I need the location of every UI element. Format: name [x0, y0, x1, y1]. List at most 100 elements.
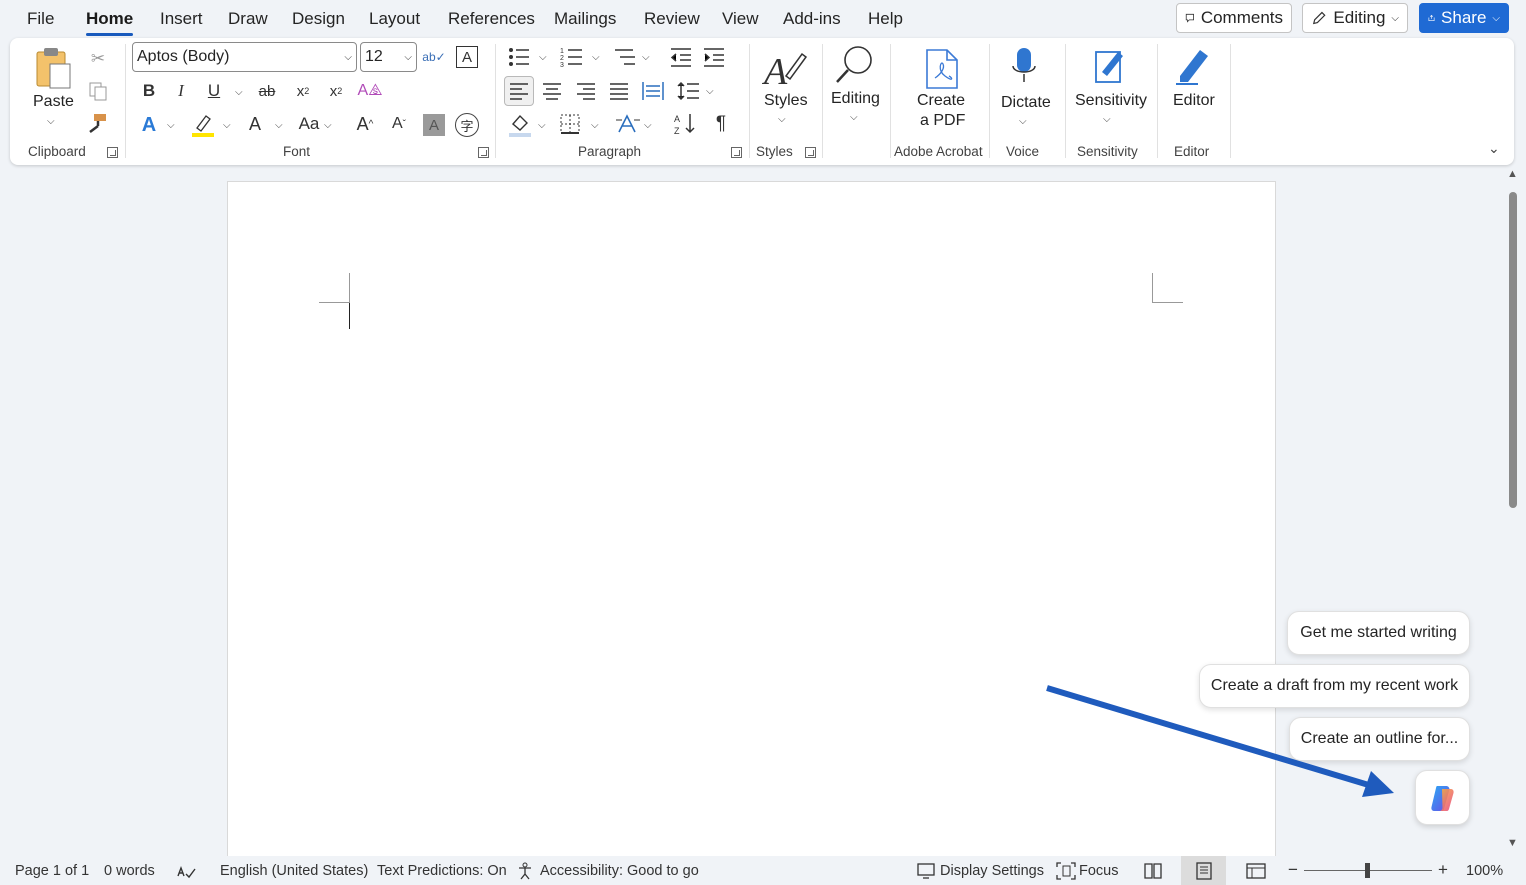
word-count[interactable]: 0 words — [104, 863, 155, 879]
editing-mode-button[interactable]: Editing ⌵ — [1302, 3, 1408, 33]
multilevel-list-icon[interactable] — [613, 46, 637, 68]
underline-icon[interactable]: U — [203, 80, 225, 102]
document-page[interactable] — [227, 181, 1276, 861]
strikethrough-icon[interactable]: ab — [255, 80, 279, 102]
tab-view[interactable]: View — [722, 9, 759, 29]
justify-icon[interactable] — [608, 80, 630, 102]
copy-icon[interactable] — [87, 80, 109, 102]
chevron-down-icon[interactable]: ⌵ — [223, 120, 231, 131]
font-launcher-icon[interactable] — [478, 147, 489, 158]
chevron-down-icon[interactable]: ⌵ — [642, 52, 650, 63]
clipboard-launcher-icon[interactable] — [107, 147, 118, 158]
scroll-up-icon[interactable]: ▲ — [1507, 168, 1518, 180]
language[interactable]: English (United States) — [220, 863, 368, 879]
zoom-out-icon[interactable]: − — [1288, 860, 1298, 880]
subscript-icon[interactable]: x2 — [291, 80, 315, 102]
proofing-icon[interactable] — [176, 862, 196, 880]
read-mode-icon[interactable] — [1143, 862, 1163, 880]
dictate-label[interactable]: Dictate — [1001, 93, 1051, 113]
spelling-icon[interactable]: ab✓ — [422, 46, 446, 68]
line-spacing-icon[interactable] — [677, 80, 701, 102]
copilot-prompt-outline[interactable]: Create an outline for... — [1289, 717, 1470, 761]
character-shading-icon[interactable]: A — [423, 114, 445, 136]
text-box-icon[interactable]: A — [456, 46, 478, 68]
numbering-icon[interactable]: 123 — [560, 46, 584, 68]
font-size-combo[interactable]: 12 ⌵ — [360, 42, 417, 72]
create-pdf-icon[interactable] — [923, 48, 961, 90]
vertical-scrollbar[interactable]: ▲ ▼ — [1505, 168, 1521, 856]
editor-label[interactable]: Editor — [1173, 91, 1215, 111]
paste-icon[interactable] — [32, 46, 74, 92]
tab-layout[interactable]: Layout — [369, 9, 420, 29]
show-paragraph-marks-icon[interactable]: ¶ — [710, 113, 732, 135]
scroll-down-icon[interactable]: ▼ — [1507, 837, 1518, 849]
chevron-down-icon[interactable]: ⌵ — [850, 112, 858, 123]
paragraph-launcher-icon[interactable] — [731, 147, 742, 158]
asian-layout-icon[interactable] — [615, 112, 641, 136]
chevron-down-icon[interactable]: ⌵ — [1103, 114, 1111, 125]
decrease-indent-icon[interactable] — [669, 46, 693, 68]
tab-review[interactable]: Review — [644, 9, 700, 29]
increase-indent-icon[interactable] — [702, 46, 726, 68]
chevron-down-icon[interactable]: ⌵ — [275, 120, 283, 131]
tab-draw[interactable]: Draw — [228, 9, 268, 29]
chevron-down-icon[interactable]: ⌵ — [47, 116, 55, 127]
comments-button[interactable]: Comments — [1176, 3, 1292, 33]
chevron-down-icon[interactable]: ⌵ — [344, 52, 352, 63]
chevron-down-icon[interactable]: ⌵ — [591, 120, 599, 131]
create-pdf-label-2[interactable]: a PDF — [920, 111, 965, 131]
chevron-down-icon[interactable]: ⌵ — [778, 114, 786, 125]
share-button[interactable]: Share ⌵ — [1419, 3, 1509, 33]
chevron-down-icon[interactable]: ⌵ — [167, 120, 175, 131]
chevron-down-icon[interactable]: ⌵ — [538, 120, 546, 131]
chevron-down-icon[interactable]: ⌵ — [404, 52, 412, 63]
tab-file[interactable]: File — [27, 9, 54, 29]
italic-icon[interactable]: I — [170, 80, 192, 102]
tab-add-ins[interactable]: Add-ins — [783, 9, 841, 29]
copilot-prompt-draft[interactable]: Create a draft from my recent work — [1199, 664, 1470, 708]
tab-help[interactable]: Help — [868, 9, 903, 29]
text-predictions[interactable]: Text Predictions: On — [377, 863, 507, 879]
borders-icon[interactable] — [559, 113, 581, 135]
tab-mailings[interactable]: Mailings — [554, 9, 616, 29]
create-pdf-label-1[interactable]: Create — [917, 91, 965, 111]
align-center-icon[interactable] — [541, 80, 563, 102]
scroll-thumb[interactable] — [1509, 192, 1517, 508]
chevron-down-icon[interactable]: ⌵ — [706, 86, 714, 97]
chevron-down-icon[interactable]: ⌵ — [324, 120, 332, 131]
tab-insert[interactable]: Insert — [160, 9, 203, 29]
print-layout-icon[interactable] — [1194, 862, 1214, 880]
cut-icon[interactable]: ✂ — [87, 48, 109, 70]
display-settings[interactable]: Display Settings — [940, 863, 1044, 879]
chevron-down-icon[interactable]: ⌵ — [644, 120, 652, 131]
bullets-icon[interactable] — [507, 46, 531, 68]
paste-label[interactable]: Paste — [33, 92, 74, 112]
sort-icon[interactable]: AZ — [673, 112, 697, 136]
zoom-in-icon[interactable]: + — [1438, 860, 1448, 880]
copilot-button[interactable] — [1415, 770, 1470, 825]
shading-icon[interactable] — [508, 112, 532, 138]
text-effects-icon[interactable]: A — [137, 113, 161, 137]
styles-icon[interactable]: A — [762, 46, 808, 90]
sensitivity-icon[interactable] — [1092, 44, 1130, 86]
editor-pen-icon[interactable] — [1172, 44, 1214, 86]
page-count[interactable]: Page 1 of 1 — [15, 863, 89, 879]
styles-label[interactable]: Styles — [764, 91, 808, 111]
bold-icon[interactable]: B — [138, 80, 160, 102]
align-left-icon[interactable] — [508, 80, 530, 102]
find-icon[interactable] — [834, 44, 876, 86]
zoom-slider-thumb[interactable] — [1365, 863, 1370, 878]
accessibility-icon[interactable] — [517, 862, 537, 880]
styles-launcher-icon[interactable] — [805, 147, 816, 158]
accessibility-status[interactable]: Accessibility: Good to go — [540, 863, 699, 879]
focus-mode[interactable]: Focus — [1079, 863, 1119, 879]
chevron-down-icon[interactable]: ⌵ — [592, 52, 600, 63]
enclose-characters-icon[interactable]: 字 — [455, 113, 479, 137]
focus-icon[interactable] — [1056, 862, 1076, 880]
sensitivity-label[interactable]: Sensitivity — [1075, 91, 1147, 111]
tab-design[interactable]: Design — [292, 9, 345, 29]
editing-label[interactable]: Editing — [831, 89, 880, 109]
distributed-icon[interactable] — [641, 80, 665, 102]
font-color-icon[interactable]: A — [244, 113, 266, 135]
align-right-icon[interactable] — [575, 80, 597, 102]
